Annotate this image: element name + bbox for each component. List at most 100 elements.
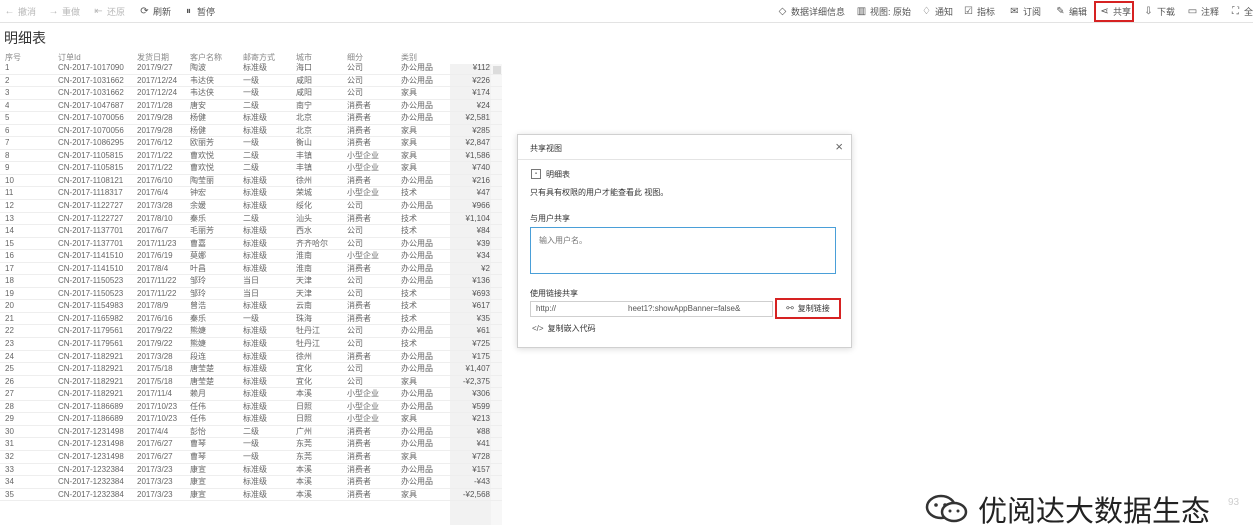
table-row[interactable]: 35 CN-2017-1232384 2017/3/23 康宣 标准级 本溪 消费者 家具 -¥… — [0, 489, 502, 502]
table-cell: 公司 — [347, 288, 363, 298]
table-cell: 31 — [5, 439, 14, 449]
table-cell: 康宣 — [190, 477, 206, 487]
fullscreen-button[interactable]: ⛶全屏 — [1230, 3, 1253, 19]
table-cell: 本溪 — [296, 489, 312, 499]
refresh-button[interactable]: ⟳ 刷新 — [139, 3, 171, 19]
table-cell: 标准级 — [243, 351, 267, 361]
download-button[interactable]: ⇩ 下载 — [1143, 3, 1175, 19]
table-cell: 东莞 — [296, 439, 312, 449]
table-cell: 2017/1/22 — [137, 163, 173, 173]
table-cell: CN-2017-1182921 — [58, 351, 124, 361]
alert-button[interactable]: ♢ 通知 — [921, 3, 953, 19]
table-row[interactable]: 22 CN-2017-1179561 2017/9/22 熊婕 标准级 牡丹江 公司 办公用品… — [0, 325, 502, 339]
table-cell: 广州 — [296, 426, 312, 436]
table-cell: 2017/3/23 — [137, 489, 173, 499]
metrics-button[interactable]: ☑ 指标 — [963, 3, 995, 19]
table-row[interactable]: 3 CN-2017-1031662 2017/12/24 韦达侠 一级 咸阳 公司 家具 ¥17… — [0, 87, 502, 100]
table-row[interactable]: 19 CN-2017-1150523 2017/11/22 邹玲 当日 天津 公司 技术 ¥69… — [0, 288, 502, 301]
subscribe-button[interactable]: ✉ 订阅 — [1009, 3, 1041, 19]
pause-button[interactable]: ⏸ 暂停 — [183, 3, 215, 19]
table-row[interactable]: 1 CN-2017-1017090 2017/9/27 陶波 标准级 海口 公司 办公用品 ¥1… — [0, 62, 502, 75]
download-icon: ⇩ — [1144, 5, 1153, 17]
table-row[interactable]: 25 CN-2017-1182921 2017/5/18 唐莹楚 标准级 宜化 公司 办公用品… — [0, 363, 502, 376]
table-row[interactable]: 5 CN-2017-1070056 2017/9/28 杨健 标准级 北京 消费者 办公用品 ¥… — [0, 112, 502, 125]
table-row[interactable]: 27 CN-2017-1182921 2017/11/4 赖月 标准级 本溪 小型企业 办公用… — [0, 388, 502, 401]
redo-button[interactable]: → 重做 — [48, 3, 81, 19]
revert-button[interactable]: ⇤ 还原 — [93, 3, 125, 19]
table-cell: 2017/4/4 — [137, 426, 169, 436]
comments-button[interactable]: ▭ 注释 — [1187, 3, 1219, 19]
shared-sheet-name: 明细表 — [546, 170, 570, 179]
undo-button[interactable]: ← 撤消 — [4, 3, 37, 19]
table-cell: 4 — [5, 100, 10, 110]
table-row[interactable]: 14 CN-2017-1137701 2017/6/7 毛丽芳 标准级 西水 公司 技术 ¥84 — [0, 225, 502, 238]
table-row[interactable]: 7 CN-2017-1086295 2017/6/12 欧丽芳 一级 衡山 消费者 家具 ¥2,… — [0, 137, 502, 150]
table-row[interactable]: 18 CN-2017-1150523 2017/11/22 邹玲 当日 天津 公司 办公用品 ¥… — [0, 275, 502, 288]
table-cell: 2017/9/28 — [137, 125, 173, 135]
table-row[interactable]: 11 CN-2017-1118317 2017/6/4 钟宏 标准级 荣城 小型企业 技术 ¥4… — [0, 187, 502, 201]
table-cell: CN-2017-1122727 — [58, 213, 124, 223]
table-cell: 24 — [5, 351, 14, 361]
table-row[interactable]: 23 CN-2017-1179561 2017/9/22 熊婕 标准级 牡丹江 公司 技术 ¥7… — [0, 338, 502, 351]
table-row[interactable]: 2 CN-2017-1031662 2017/12/24 韦达侠 一级 咸阳 公司 办公用品 ¥… — [0, 75, 502, 88]
table-row[interactable]: 21 CN-2017-1165982 2017/6/16 秦乐 一级 珠海 消费者 技术 ¥35 — [0, 313, 502, 326]
table-cell: 11 — [5, 188, 14, 198]
table-row[interactable]: 32 CN-2017-1231498 2017/6/27 曹琴 一级 东莞 消费者 家具 ¥72… — [0, 451, 502, 464]
table-row[interactable]: 12 CN-2017-1122727 2017/3/28 余媛 标准级 绥化 公司 办公用品 ¥… — [0, 200, 502, 213]
table-cell: 办公用品 — [401, 201, 433, 211]
table-cell: 任伟 — [190, 414, 206, 424]
table-row[interactable]: 20 CN-2017-1154983 2017/8/9 曾浩 标准级 云南 消费者 技术 ¥61… — [0, 300, 502, 313]
table-cell: CN-2017-1141510 — [58, 251, 124, 261]
table-cell: 办公用品 — [401, 251, 433, 261]
table-row[interactable]: 15 CN-2017-1137701 2017/11/23 曹嘉 标准级 齐齐哈尔 公司 办公… — [0, 238, 502, 251]
table-cell: 二级 — [243, 163, 259, 173]
share-link-field[interactable]: http:// heet1?:showAppBanner=false& — [530, 301, 773, 317]
copy-link-button[interactable]: ⚯ 复制链接 — [775, 298, 841, 319]
table-cell: 消费者 — [347, 426, 371, 436]
table-row[interactable]: 8 CN-2017-1105815 2017/1/22 曹欢悦 二级 丰镇 小型企业 家具 ¥1… — [0, 150, 502, 163]
table-cell: 技术 — [401, 301, 417, 311]
table-cell: 26 — [5, 376, 14, 386]
value-cell: ¥175 — [472, 351, 490, 361]
user-name-input[interactable] — [530, 227, 836, 274]
close-icon[interactable]: × — [835, 139, 843, 154]
table-cell: 14 — [5, 226, 14, 236]
table-row[interactable]: 29 CN-2017-1186689 2017/10/23 任伟 标准级 日照 小型企业 家具… — [0, 413, 502, 426]
table-cell: 天津 — [296, 288, 312, 298]
table-row[interactable]: 24 CN-2017-1182921 2017/3/28 段连 标准级 徐州 消费者 办公用品… — [0, 351, 502, 364]
copy-embed-code-button[interactable]: </> 复制嵌入代码 — [532, 323, 596, 334]
table-row[interactable]: 28 CN-2017-1186689 2017/10/23 任伟 标准级 日照 小型企业 办公… — [0, 401, 502, 414]
table-row[interactable]: 26 CN-2017-1182921 2017/5/18 唐莹楚 标准级 宜化 公司 家具 -¥… — [0, 376, 502, 389]
table-row[interactable]: 30 CN-2017-1231498 2017/4/4 彭怡 二级 广州 消费者 办公用品 ¥8… — [0, 426, 502, 439]
table-cell: 海口 — [296, 63, 312, 72]
table-cell: 2017/11/22 — [137, 288, 177, 298]
table-row[interactable]: 6 CN-2017-1070056 2017/9/28 杨健 标准级 北京 消费者 家具 ¥28… — [0, 125, 502, 138]
table-row[interactable]: 13 CN-2017-1122727 2017/8/10 秦乐 二级 汕头 消费者 技术 ¥1,… — [0, 213, 502, 226]
table-cell: 办公用品 — [401, 401, 433, 411]
table-cell: 公司 — [347, 226, 363, 236]
share-dialog: 共享视图 × ▪ 明细表 只有具有权限的用户才能查看此 视图。 与用户共享 使用… — [517, 134, 852, 348]
table-cell: 16 — [5, 251, 14, 261]
table-cell: 本溪 — [296, 464, 312, 474]
table-cell: 标准级 — [243, 389, 267, 399]
data-details-button[interactable]: ◇ 数据详细信息 — [777, 3, 845, 19]
sheet-icon: ▪ — [531, 169, 541, 179]
table-row[interactable]: 9 CN-2017-1105815 2017/1/22 曹欢悦 二级 丰镇 小型企业 家具 ¥7… — [0, 162, 502, 175]
table-cell: 牡丹江 — [296, 339, 320, 349]
table-cell: CN-2017-1179561 — [58, 326, 124, 336]
table-row[interactable]: 16 CN-2017-1141510 2017/6/19 莫娜 标准级 淮南 小型企业 办公用… — [0, 250, 502, 263]
table-row[interactable]: 4 CN-2017-1047687 2017/1/28 唐安 二级 南宁 消费者 办公用品 ¥2… — [0, 100, 502, 113]
table-row[interactable]: 33 CN-2017-1232384 2017/3/23 康宣 标准级 本溪 消费者 办公用品… — [0, 464, 502, 477]
table-cell: 公司 — [347, 376, 363, 386]
table-row[interactable]: 17 CN-2017-1141510 2017/8/4 叶昌 标准级 淮南 消费者 办公用品 ¥… — [0, 263, 502, 276]
table-cell: 余媛 — [190, 201, 206, 211]
table-row[interactable]: 31 CN-2017-1231498 2017/6/27 曹琴 一级 东莞 消费者 办公用品 ¥… — [0, 438, 502, 451]
edit-button[interactable]: ✎ 编辑 — [1055, 3, 1087, 19]
view-button[interactable]: ▥ 视图: 原始 — [856, 3, 911, 19]
detail-table: 序号 订单Id 发货日期 客户名称 邮寄方式 城市 细分 类别 1 CN-2017-101709… — [0, 52, 502, 502]
tag-icon: ◇ — [778, 5, 787, 17]
table-cell: 标准级 — [243, 226, 267, 236]
table-row[interactable]: 10 CN-2017-1108121 2017/6/10 陶莹丽 标准级 徐州 消费者 办公用… — [0, 175, 502, 188]
table-cell: 办公用品 — [401, 175, 433, 185]
table-row[interactable]: 34 CN-2017-1232384 2017/3/23 康宣 标准级 本溪 消费者 办公用品… — [0, 476, 502, 489]
